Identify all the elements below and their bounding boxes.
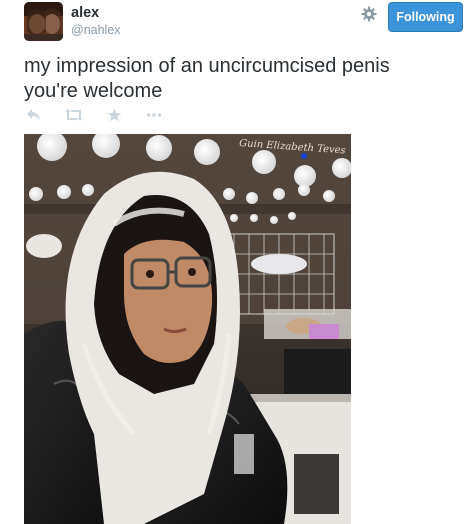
author-screen-name[interactable]: @nahlex	[71, 23, 121, 37]
gear-icon[interactable]	[361, 6, 377, 22]
tweet-text: my impression of an uncircumcised penis y…	[24, 54, 454, 104]
tweet-card: alex @nahlex Following my impression of …	[0, 0, 466, 524]
tweet-text-line-2: you're welcome	[24, 80, 163, 102]
following-button[interactable]: Following	[388, 2, 463, 32]
more-icon[interactable]	[146, 108, 162, 127]
reply-icon[interactable]	[26, 108, 42, 127]
tweet-text-line-1: my impression of an uncircumcised penis	[24, 55, 390, 77]
author-display-name[interactable]: alex	[71, 5, 99, 21]
author-avatar[interactable]	[24, 2, 63, 41]
attached-photo[interactable]: Guin Elizabeth Teves	[24, 134, 351, 524]
retweet-icon[interactable]	[64, 108, 84, 127]
star-icon[interactable]	[107, 108, 122, 127]
